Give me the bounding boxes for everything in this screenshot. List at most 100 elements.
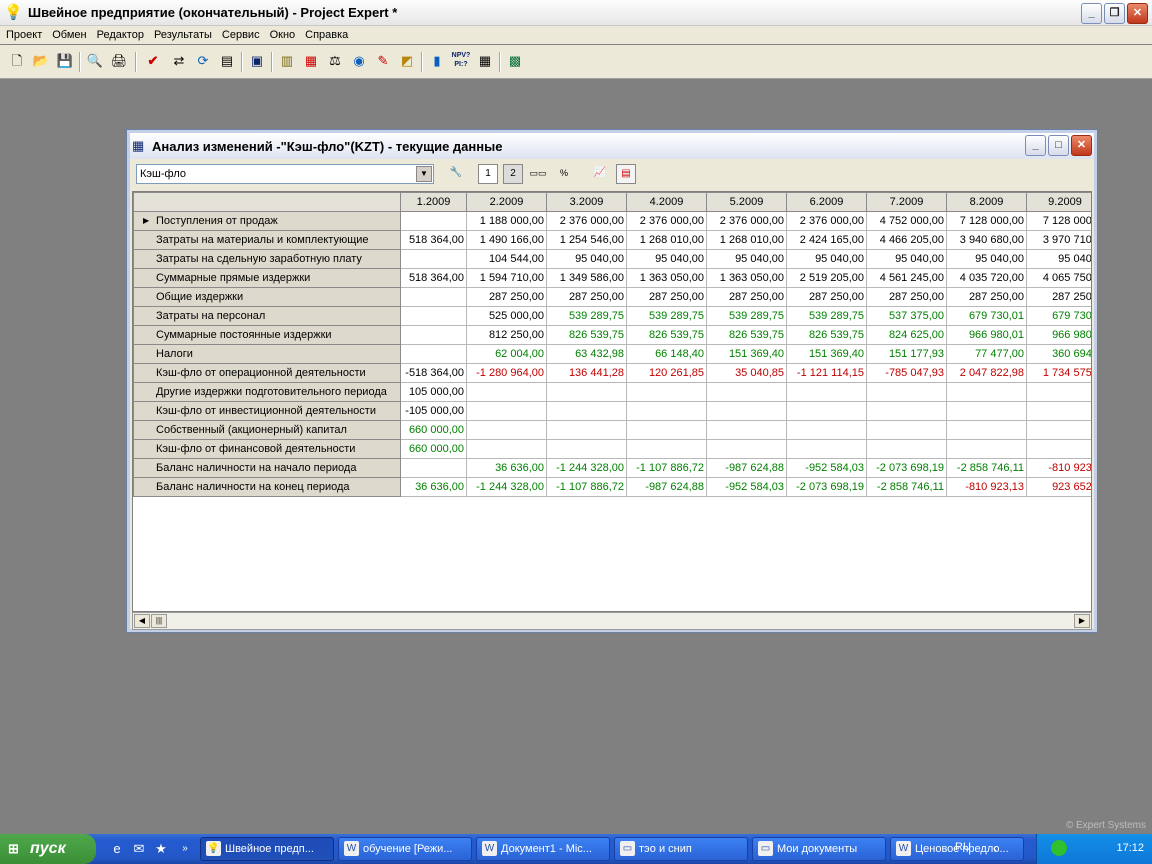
- table-cell[interactable]: [546, 401, 627, 421]
- table-cell[interactable]: 2 376 000,00: [546, 211, 627, 231]
- row-header[interactable]: Суммарные прямые издержки: [133, 268, 401, 288]
- settings-icon[interactable]: 🔧: [446, 164, 466, 184]
- table-cell[interactable]: 679 730,0: [1026, 306, 1091, 326]
- table-cell[interactable]: 1 188 000,00: [466, 211, 547, 231]
- table-cell[interactable]: 2 424 165,00: [786, 230, 867, 250]
- child-minimize-button[interactable]: _: [1025, 135, 1046, 156]
- table-cell[interactable]: 4 065 750,0: [1026, 268, 1091, 288]
- menu-window[interactable]: Окно: [265, 29, 301, 41]
- table-cell[interactable]: 2 376 000,00: [626, 211, 707, 231]
- ie-icon[interactable]: e: [108, 840, 126, 858]
- table-cell[interactable]: -2 858 746,11: [866, 477, 947, 497]
- table-cell[interactable]: 4 035 720,00: [946, 268, 1027, 288]
- new-icon[interactable]: 🗋: [7, 51, 27, 71]
- table-cell[interactable]: 95 040,00: [626, 249, 707, 269]
- report-icon[interactable]: ▣: [247, 51, 267, 71]
- row-header[interactable]: Общие издержки: [133, 287, 401, 307]
- table-cell[interactable]: 812 250,00: [466, 325, 547, 345]
- table-cell[interactable]: 1 734 575,8: [1026, 363, 1091, 383]
- table-cell[interactable]: 826 539,75: [626, 325, 707, 345]
- table-cell[interactable]: 824 625,00: [866, 325, 947, 345]
- table-cell[interactable]: 7 128 000,00: [946, 211, 1027, 231]
- scroll-left-icon[interactable]: ◀: [134, 614, 150, 628]
- chart-icon[interactable]: ◩: [397, 51, 417, 71]
- table-cell[interactable]: [866, 382, 947, 402]
- row-header[interactable]: Налоги: [133, 344, 401, 364]
- table-cell[interactable]: -2 858 746,11: [946, 458, 1027, 478]
- table-cell[interactable]: 660 000,00: [400, 420, 467, 440]
- column-header[interactable]: 8.2009: [946, 192, 1027, 212]
- table-cell[interactable]: [626, 439, 707, 459]
- scroll-thumb[interactable]: |||: [151, 614, 167, 628]
- column-header[interactable]: 9.2009: [1026, 192, 1091, 212]
- table-cell[interactable]: 826 539,75: [546, 325, 627, 345]
- view-1-icon[interactable]: 1: [478, 164, 498, 184]
- menu-help[interactable]: Справка: [300, 29, 353, 41]
- table-cell[interactable]: 36 636,00: [466, 458, 547, 478]
- row-header[interactable]: ▶ Поступления от продаж: [133, 211, 401, 231]
- table-cell[interactable]: 287 250,00: [706, 287, 787, 307]
- menu-results[interactable]: Результаты: [149, 29, 217, 41]
- table-cell[interactable]: -1 244 328,00: [546, 458, 627, 478]
- table-cell[interactable]: 95 040,0: [1026, 249, 1091, 269]
- table-cell[interactable]: -1 107 886,72: [626, 458, 707, 478]
- table-cell[interactable]: [400, 306, 467, 326]
- table-cell[interactable]: [466, 439, 547, 459]
- menu-editor[interactable]: Редактор: [92, 29, 149, 41]
- network-icon[interactable]: [1051, 840, 1067, 856]
- table-cell[interactable]: [546, 382, 627, 402]
- column-header[interactable]: 6.2009: [786, 192, 867, 212]
- table-cell[interactable]: [400, 325, 467, 345]
- table-cell[interactable]: 518 364,00: [400, 268, 467, 288]
- preview-icon[interactable]: 🔍: [85, 51, 105, 71]
- table-cell[interactable]: 1 594 710,00: [466, 268, 547, 288]
- column-header[interactable]: 3.2009: [546, 192, 627, 212]
- table-cell[interactable]: -785 047,93: [866, 363, 947, 383]
- table-cell[interactable]: -810 923,1: [1026, 458, 1091, 478]
- table-cell[interactable]: -987 624,88: [706, 458, 787, 478]
- map-icon[interactable]: ⇄: [169, 51, 189, 71]
- table-cell[interactable]: -2 073 698,19: [866, 458, 947, 478]
- calendar-icon[interactable]: ▤: [217, 51, 237, 71]
- table-cell[interactable]: 287 250,0: [1026, 287, 1091, 307]
- table-cell[interactable]: 104 544,00: [466, 249, 547, 269]
- bars-icon[interactable]: ▮: [427, 51, 447, 71]
- table-cell[interactable]: 95 040,00: [946, 249, 1027, 269]
- task-training[interactable]: Wобучение [Режи...: [338, 837, 472, 861]
- child-maximize-button[interactable]: □: [1048, 135, 1069, 156]
- start-button[interactable]: ⊞ пуск: [0, 834, 96, 864]
- menu-project[interactable]: Проект: [1, 29, 47, 41]
- menu-service[interactable]: Сервис: [217, 29, 265, 41]
- quicklaunch-expand-icon[interactable]: »: [176, 840, 194, 858]
- table-cell[interactable]: 4 561 245,00: [866, 268, 947, 288]
- table-view-icon[interactable]: ▤: [616, 164, 636, 184]
- column-header[interactable]: 2.2009: [466, 192, 547, 212]
- table-cell[interactable]: 1 268 010,00: [706, 230, 787, 250]
- table-cell[interactable]: [706, 401, 787, 421]
- table-cell[interactable]: 95 040,00: [786, 249, 867, 269]
- table-cell[interactable]: 2 519 205,00: [786, 268, 867, 288]
- table-cell[interactable]: [706, 439, 787, 459]
- child-close-button[interactable]: ✕: [1071, 135, 1092, 156]
- table-cell[interactable]: 36 636,00: [400, 477, 467, 497]
- table-cell[interactable]: 95 040,00: [546, 249, 627, 269]
- save-icon[interactable]: 💾: [55, 51, 75, 71]
- row-header[interactable]: Баланс наличности на начало периода: [133, 458, 401, 478]
- table-cell[interactable]: 518 364,00: [400, 230, 467, 250]
- table-cell[interactable]: [786, 382, 867, 402]
- table-cell[interactable]: -1 107 886,72: [546, 477, 627, 497]
- table-cell[interactable]: [866, 420, 947, 440]
- menu-exchange[interactable]: Обмен: [47, 29, 91, 41]
- table-cell[interactable]: 66 148,40: [626, 344, 707, 364]
- percent-icon[interactable]: %: [554, 164, 574, 184]
- table-cell[interactable]: [400, 287, 467, 307]
- task-document1[interactable]: W Документ1 - Mic...: [476, 837, 610, 861]
- table-cell[interactable]: 826 539,75: [706, 325, 787, 345]
- view-2-icon[interactable]: 2: [503, 164, 523, 184]
- table-cell[interactable]: 2 376 000,00: [786, 211, 867, 231]
- table-cell[interactable]: 4 752 000,00: [866, 211, 947, 231]
- table-cell[interactable]: -1 280 964,00: [466, 363, 547, 383]
- table-cell[interactable]: [1026, 401, 1091, 421]
- table-cell[interactable]: -952 584,03: [706, 477, 787, 497]
- table-cell[interactable]: 525 000,00: [466, 306, 547, 326]
